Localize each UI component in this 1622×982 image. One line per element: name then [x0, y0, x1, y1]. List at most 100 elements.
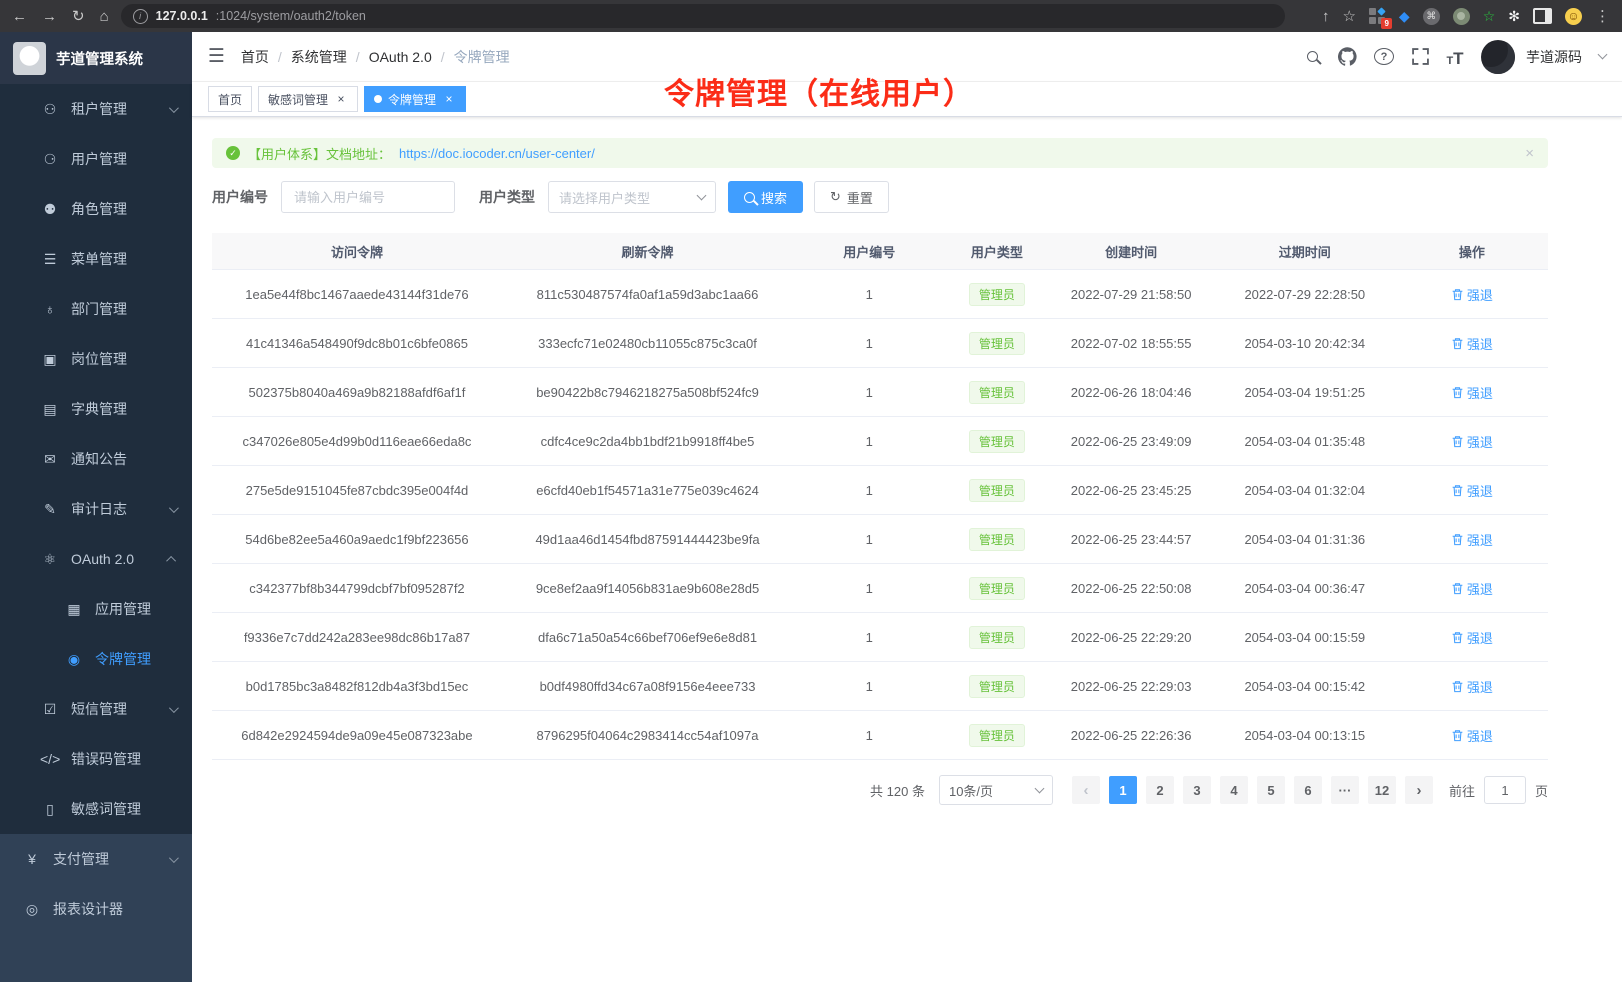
force-logout-button[interactable]: 强退 [1451, 579, 1493, 598]
sidebar-menu-item[interactable]: ✉ 通知公告 [0, 434, 192, 484]
breadcrumb-item[interactable]: 系统管理 / [291, 47, 369, 67]
chevron-icon [169, 503, 179, 513]
force-logout-button[interactable]: 强退 [1451, 530, 1493, 549]
sidebar-menu-item[interactable]: ◉ 令牌管理 [0, 634, 192, 684]
menu-item-label: 敏感词管理 [71, 799, 141, 819]
logo-image [13, 42, 46, 75]
menu-item-label: 支付管理 [53, 849, 109, 869]
github-icon[interactable] [1338, 47, 1357, 67]
token-icon: ◉ [64, 651, 84, 668]
extension-flower-icon[interactable]: ✻ [1508, 9, 1520, 23]
goto-page-input[interactable] [1484, 776, 1526, 804]
bookmark-star-icon[interactable]: ☆ [1342, 9, 1355, 24]
force-logout-button[interactable]: 强退 [1451, 726, 1493, 745]
sidebar-menu-item[interactable]: ▯ 敏感词管理 [0, 784, 192, 834]
alert-close-icon[interactable]: × [1525, 145, 1534, 162]
browser-reload-icon[interactable]: ↻ [72, 9, 85, 24]
extension-gem-icon[interactable]: ◆ [1399, 9, 1410, 23]
collapse-sidebar-icon[interactable]: ☰ [208, 45, 225, 68]
user-type-cell: 管理员 [945, 417, 1048, 466]
sidebar-toggle-icon[interactable] [1533, 8, 1552, 24]
sidebar-menu-item[interactable]: </> 错误码管理 [0, 734, 192, 784]
page-number-button[interactable]: ··· [1331, 776, 1359, 804]
sidebar-menu-item[interactable]: ¥ 支付管理 [0, 834, 192, 884]
user-id-input[interactable] [281, 181, 455, 213]
delete-icon [1451, 386, 1464, 399]
sidebar-menu-item[interactable]: ⚉ 角色管理 [0, 184, 192, 234]
force-logout-button[interactable]: 强退 [1451, 432, 1493, 451]
sidebar-menu-item[interactable]: ▣ 岗位管理 [0, 334, 192, 384]
application-icon: ▦ [64, 601, 84, 618]
extension-grid-icon[interactable]: 9 [1369, 8, 1386, 24]
menu-item-label: 角色管理 [71, 199, 127, 219]
help-icon[interactable]: ? [1374, 48, 1394, 65]
chevron-icon [169, 703, 179, 713]
view-tab[interactable]: 令牌管理 × [364, 86, 466, 112]
browser-address-bar[interactable]: i 127.0.0.1 :1024/system/oauth2/token [121, 4, 1285, 28]
sidebar-menu-item[interactable]: ✎ 审计日志 [0, 484, 192, 534]
header-search-icon[interactable] [1303, 47, 1321, 67]
sidebar-menu-item[interactable]: ⚇ 租户管理 [0, 84, 192, 134]
browser-forward-icon[interactable]: → [42, 9, 57, 24]
expire-time-cell: 2054-03-04 01:32:04 [1214, 466, 1396, 515]
sidebar-menu-item[interactable]: ▦ 应用管理 [0, 584, 192, 634]
next-page-button[interactable]: › [1405, 776, 1433, 804]
browser-back-icon[interactable]: ← [12, 9, 27, 24]
force-logout-button[interactable]: 强退 [1451, 334, 1493, 353]
fullscreen-icon[interactable] [1411, 47, 1429, 67]
page-number-button[interactable]: 5 [1257, 776, 1285, 804]
sidebar-menu-item[interactable]: ⚆ 用户管理 [0, 134, 192, 184]
sidebar-menu-item[interactable]: ▤ 字典管理 [0, 384, 192, 434]
extension-command-icon[interactable]: ⌘ [1423, 8, 1440, 25]
page-number-button[interactable]: 6 [1294, 776, 1322, 804]
expire-time-cell: 2022-07-29 22:28:50 [1214, 270, 1396, 319]
sidebar-menu-item[interactable]: ☑ 短信管理 [0, 684, 192, 734]
chevron-down-icon [1035, 783, 1045, 793]
view-tab[interactable]: 敏感词管理 × [258, 86, 358, 112]
breadcrumb-item[interactable]: 首页 / [241, 47, 291, 67]
reset-button[interactable]: ↻ 重置 [814, 181, 889, 213]
force-logout-button[interactable]: 强退 [1451, 285, 1493, 304]
extension-badge: 9 [1381, 18, 1391, 29]
tab-close-icon[interactable]: × [334, 92, 348, 106]
sidebar-menu-item[interactable]: ◎ 报表设计器 [0, 884, 192, 934]
page-number-button[interactable]: 4 [1220, 776, 1248, 804]
user-menu-caret-icon[interactable] [1598, 50, 1608, 60]
page-number-button[interactable]: 3 [1183, 776, 1211, 804]
sidebar-menu-item[interactable]: ♁ 部门管理 [0, 284, 192, 334]
browser-menu-icon[interactable]: ⋮ [1595, 9, 1610, 24]
extension-dot-icon[interactable] [1453, 8, 1470, 25]
force-logout-button[interactable]: 强退 [1451, 628, 1493, 647]
total-count: 共 120 条 [870, 781, 925, 800]
emoji-extension-icon[interactable]: ☺ [1565, 8, 1582, 25]
browser-home-icon[interactable]: ⌂ [100, 9, 109, 24]
extension-star-icon[interactable]: ☆ [1483, 9, 1496, 23]
prev-page-button[interactable]: ‹ [1072, 776, 1100, 804]
doc-link[interactable]: https://doc.iocoder.cn/user-center/ [399, 146, 595, 161]
user-name[interactable]: 芋道源码 [1526, 47, 1582, 67]
view-tab[interactable]: 首页 [208, 86, 252, 112]
breadcrumb-item[interactable]: 令牌管理 [454, 47, 528, 67]
search-button[interactable]: 搜索 [728, 181, 803, 213]
refresh-token-cell: 811c530487574fa0af1a59d3abc1aa66 [502, 270, 793, 319]
sidebar-menu-item[interactable]: ☰ 菜单管理 [0, 234, 192, 284]
page-number-button[interactable]: 12 [1368, 776, 1396, 804]
app-logo[interactable]: 芋道管理系统 [0, 32, 192, 84]
force-logout-button[interactable]: 强退 [1451, 481, 1493, 500]
force-logout-button[interactable]: 强退 [1451, 677, 1493, 696]
site-info-icon[interactable]: i [133, 9, 148, 24]
share-icon[interactable]: ↑ [1322, 9, 1330, 24]
page-number-button[interactable]: 1 [1109, 776, 1137, 804]
breadcrumb-item[interactable]: OAuth 2.0 / [369, 49, 454, 65]
force-logout-button[interactable]: 强退 [1451, 383, 1493, 402]
user-avatar[interactable] [1481, 40, 1515, 74]
access-token-cell: 41c41346a548490f9dc8b01c6bfe0865 [212, 319, 502, 368]
font-size-icon[interactable]: TT [1446, 47, 1464, 67]
page-size-select[interactable]: 10条/页 [939, 775, 1053, 805]
page-number-button[interactable]: 2 [1146, 776, 1174, 804]
user-type-select[interactable]: 请选择用户类型 [548, 181, 716, 213]
tab-close-icon[interactable]: × [442, 92, 456, 106]
sidebar-menu-item[interactable]: ⚛ OAuth 2.0 [0, 534, 192, 584]
menu-item-label: 报表设计器 [53, 899, 123, 919]
user-type-cell: 管理员 [945, 368, 1048, 417]
